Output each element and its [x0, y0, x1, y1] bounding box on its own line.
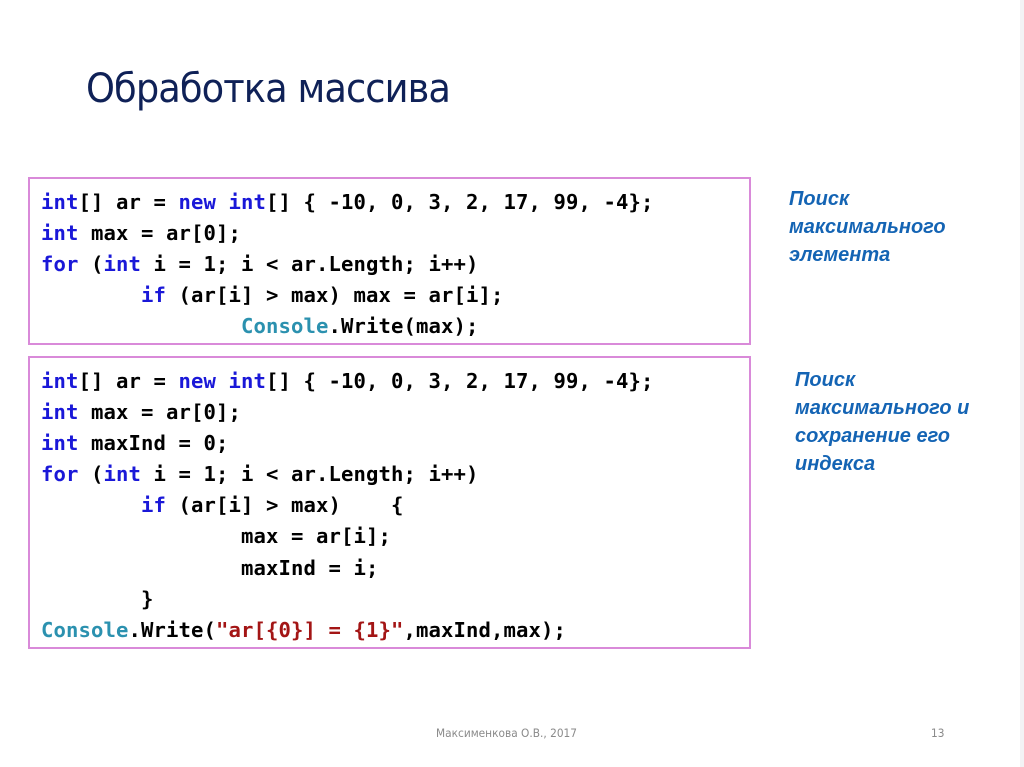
code-text: max = ar[0];	[78, 400, 241, 425]
code-keyword: int	[228, 369, 266, 393]
code-keyword: int	[41, 400, 79, 425]
code-keyword: for	[41, 462, 79, 487]
code-text: (	[78, 251, 104, 276]
code-keyword: int	[41, 190, 79, 214]
code-class-name: Console	[240, 313, 329, 338]
code-listing: int[] ar = new int[] { -10, 0, 3, 2, 17,…	[41, 187, 653, 342]
note-line: максимального	[789, 216, 946, 238]
code-text: (ar[i] > max) max = ar[i];	[166, 282, 504, 307]
code-block-find-max-index: int[] ar = new int[] { -10, 0, 3, 2, 17,…	[28, 356, 751, 649]
code-line: int max = ar[0];	[41, 400, 241, 424]
code-line: int maxInd = 0;	[41, 431, 228, 455]
code-line: int max = ar[0];	[41, 221, 241, 245]
code-keyword: new	[178, 190, 216, 214]
code-text: (	[78, 462, 104, 487]
code-line: if (ar[i] > max) max = ar[i];	[41, 283, 503, 307]
code-line: Console.Write("ar[{0}] = {1}",maxInd,max…	[41, 618, 566, 642]
code-line: int[] ar = new int[] { -10, 0, 3, 2, 17,…	[41, 190, 653, 214]
code-keyword: int	[228, 190, 266, 214]
code-line: }	[41, 587, 154, 611]
code-text: .Write(	[128, 617, 216, 642]
note-line: Поиск	[789, 188, 850, 210]
code-keyword: int	[103, 251, 141, 276]
code-text: maxInd = i;	[41, 555, 379, 580]
code-text: i = 1; i < ar.Length; i++)	[141, 251, 479, 276]
note-line: сохранение его	[795, 425, 950, 447]
note-find-max-index: Поиск максимального и сохранение его инд…	[795, 366, 969, 478]
code-text: i = 1; i < ar.Length; i++)	[141, 462, 479, 487]
code-text: .Write(max);	[328, 313, 479, 338]
code-keyword: for	[41, 251, 79, 276]
code-text: ,maxInd,max);	[403, 617, 566, 642]
code-line: int[] ar = new int[] { -10, 0, 3, 2, 17,…	[41, 369, 653, 393]
footer-author: Максименкова О.В., 2017	[436, 726, 578, 740]
note-line: индекса	[795, 453, 876, 475]
page-number: 13	[931, 726, 945, 740]
code-keyword: if	[141, 493, 166, 518]
code-listing: int[] ar = new int[] { -10, 0, 3, 2, 17,…	[41, 366, 653, 646]
code-text: [] { -10, 0, 3, 2, 17, 99, -4};	[266, 190, 654, 214]
code-text: maxInd = 0;	[78, 431, 229, 456]
note-line: элемента	[789, 244, 891, 266]
code-line: if (ar[i] > max) {	[41, 493, 403, 517]
code-keyword: if	[141, 282, 166, 307]
note-line: максимального и	[795, 397, 970, 419]
code-keyword: int	[41, 220, 79, 245]
code-class-name: Console	[41, 617, 129, 642]
code-line: max = ar[i];	[41, 524, 391, 548]
code-text: max = ar[0];	[78, 220, 241, 245]
code-text: (ar[i] > max) {	[166, 493, 404, 518]
code-line: maxInd = i;	[41, 556, 378, 580]
slide-title: Обработка массива	[86, 66, 451, 112]
code-keyword: int	[103, 462, 141, 487]
code-line: for (int i = 1; i < ar.Length; i++)	[41, 252, 478, 276]
code-string: "ar[{0}] = {1}"	[216, 617, 404, 642]
note-find-max: Поиск максимального элемента	[789, 185, 946, 269]
code-text: [] ar =	[78, 190, 179, 214]
note-line: Поиск	[795, 369, 856, 391]
code-line: for (int i = 1; i < ar.Length; i++)	[41, 462, 478, 486]
code-text: max = ar[i];	[41, 524, 391, 549]
code-keyword: new	[178, 369, 216, 393]
code-text: }	[41, 586, 154, 611]
code-keyword: int	[41, 431, 79, 456]
code-keyword: int	[41, 369, 79, 393]
slide-right-edge	[1020, 0, 1024, 767]
code-block-find-max: int[] ar = new int[] { -10, 0, 3, 2, 17,…	[28, 177, 751, 345]
code-text: [] { -10, 0, 3, 2, 17, 99, -4};	[266, 369, 654, 393]
code-text: [] ar =	[78, 369, 179, 393]
code-line: Console.Write(max);	[41, 314, 478, 338]
